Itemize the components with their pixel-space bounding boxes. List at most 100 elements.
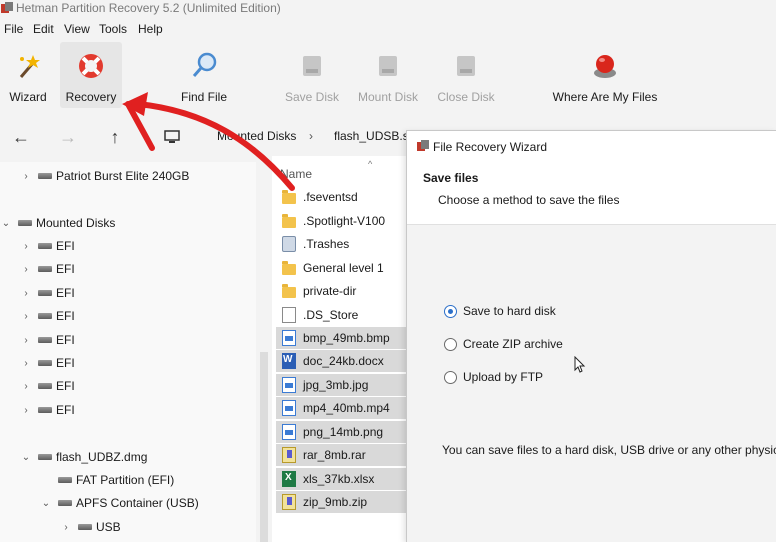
tree-item-fat-partition[interactable]: FAT Partition (EFI) [0, 469, 256, 491]
file-name: bmp_49mb.bmp [303, 331, 390, 345]
recovery-button[interactable]: Recovery [60, 42, 122, 108]
radio-checked-icon[interactable] [444, 304, 457, 318]
save-disk-button[interactable]: Save Disk [282, 42, 342, 108]
dialog-title-bar: File Recovery Wizard [407, 131, 776, 161]
scrollbar-thumb[interactable] [260, 352, 268, 542]
file-name: doc_24kb.docx [303, 354, 384, 368]
tree-item-efi[interactable]: › EFI [0, 305, 256, 327]
tree-item-efi[interactable]: › EFI [0, 352, 256, 374]
chevron-down-icon[interactable]: ⌄ [0, 218, 12, 229]
chevron-right-icon[interactable]: › [20, 381, 32, 392]
find-file-button[interactable]: Find File [176, 42, 232, 108]
chevron-down-icon[interactable]: ⌄ [40, 498, 52, 509]
chevron-right-icon[interactable]: › [20, 264, 32, 275]
create-zip-archive-radio[interactable]: Create ZIP archive [444, 335, 563, 353]
radio-unchecked-icon[interactable] [444, 337, 457, 351]
disk-save-icon [294, 48, 330, 84]
disk-mount-icon [370, 48, 406, 84]
trash-icon [282, 236, 296, 252]
forward-arrow-icon[interactable]: → [58, 127, 78, 147]
file-row[interactable]: General level 1 [276, 257, 406, 279]
menu-help[interactable]: Help [138, 22, 163, 36]
chevron-right-icon[interactable]: › [20, 288, 32, 299]
chevron-right-icon[interactable]: › [20, 405, 32, 416]
red-alarm-button-icon [587, 48, 623, 84]
drive-icon [58, 500, 72, 506]
where-are-my-files-button[interactable]: Where Are My Files [550, 42, 660, 108]
menu-view[interactable]: View [64, 22, 90, 36]
drive-icon [38, 454, 52, 460]
radio-unchecked-icon[interactable] [444, 370, 457, 384]
tree-item-efi[interactable]: › EFI [0, 258, 256, 280]
file-name: mp4_40mb.mp4 [303, 401, 390, 415]
file-row[interactable]: private-dir [276, 280, 406, 302]
tree-item-patriot[interactable]: › Patriot Burst Elite 240GB [0, 165, 256, 187]
file-name: xls_37kb.xlsx [303, 472, 375, 486]
back-arrow-icon[interactable]: ← [11, 127, 31, 147]
file-row[interactable]: png_14mb.png [276, 421, 406, 443]
tree-item-efi[interactable]: › EFI [0, 399, 256, 421]
file-name: .DS_Store [303, 308, 359, 322]
file-row[interactable]: rar_8mb.rar [276, 444, 406, 466]
tree-scrollbar[interactable] [256, 162, 272, 542]
file-row[interactable]: .Spotlight-V100 [276, 210, 406, 232]
up-arrow-icon[interactable]: ↑ [105, 127, 125, 147]
tree-item-efi[interactable]: › EFI [0, 329, 256, 351]
close-disk-button[interactable]: Close Disk [434, 42, 498, 108]
save-to-hard-disk-radio[interactable]: Save to hard disk [444, 302, 556, 320]
menu-file[interactable]: File [4, 22, 23, 36]
wizard-button[interactable]: Wizard [2, 42, 54, 108]
save-disk-label: Save Disk [284, 90, 340, 104]
sort-ascending-icon: ^ [368, 159, 373, 169]
file-name: private-dir [303, 284, 357, 298]
column-header-name[interactable]: Name ^ [272, 156, 406, 186]
file-row[interactable]: .DS_Store [276, 304, 406, 326]
breadcrumb-mounted-disks[interactable]: Mounted Disks [217, 129, 296, 143]
image-file-icon [282, 377, 296, 393]
mount-disk-label: Mount Disk [357, 90, 419, 104]
mount-disk-button[interactable]: Mount Disk [354, 42, 422, 108]
file-row[interactable]: doc_24kb.docx [276, 350, 406, 372]
file-row[interactable]: xls_37kb.xlsx [276, 468, 406, 490]
tree-item-efi[interactable]: › EFI [0, 282, 256, 304]
excel-file-icon [282, 471, 296, 487]
chevron-down-icon[interactable]: ⌄ [20, 452, 32, 463]
file-recovery-wizard-dialog: File Recovery Wizard Save files Choose a… [406, 130, 776, 542]
chevron-right-icon[interactable]: › [60, 522, 72, 533]
menu-tools[interactable]: Tools [99, 22, 127, 36]
file-icon [282, 307, 296, 323]
menu-edit[interactable]: Edit [33, 22, 54, 36]
chevron-right-icon[interactable]: › [20, 241, 32, 252]
drive-icon [18, 220, 32, 226]
app-logo-icon [417, 140, 429, 151]
tree-item-efi[interactable]: › EFI [0, 375, 256, 397]
chevron-right-icon[interactable]: › [20, 358, 32, 369]
upload-by-ftp-radio[interactable]: Upload by FTP [444, 368, 543, 386]
breadcrumb-flash-drive[interactable]: flash_UDSB.sp [334, 129, 415, 143]
tree-item-efi[interactable]: › EFI [0, 235, 256, 257]
file-name: General level 1 [303, 261, 384, 275]
chevron-right-icon[interactable]: › [20, 171, 32, 182]
computer-icon[interactable] [162, 127, 182, 147]
app-logo-icon [1, 2, 13, 13]
file-row[interactable]: .fseventsd [276, 186, 406, 208]
file-list: Name ^ .fseventsd .Spotlight-V100 .Trashes… [272, 156, 406, 542]
image-file-icon [282, 400, 296, 416]
tree-item-flash-dmg[interactable]: ⌄ flash_UDBZ.dmg [0, 446, 256, 468]
tree-item-usb[interactable]: › USB [0, 516, 256, 538]
chevron-right-icon[interactable]: › [20, 311, 32, 322]
file-row[interactable]: jpg_3mb.jpg [276, 374, 406, 396]
file-row[interactable]: .Trashes [276, 233, 406, 255]
file-row[interactable]: bmp_49mb.bmp [276, 327, 406, 349]
file-row[interactable]: zip_9mb.zip [276, 491, 406, 513]
chevron-right-icon[interactable]: › [20, 335, 32, 346]
dialog-header: Save files Choose a method to save the f… [407, 161, 776, 225]
dialog-subheading: Choose a method to save the files [438, 193, 620, 207]
file-name: jpg_3mb.jpg [303, 378, 369, 392]
tree-item-mounted-disks[interactable]: ⌄ Mounted Disks [0, 212, 256, 234]
folder-icon [282, 283, 296, 298]
tree-item-apfs-container[interactable]: ⌄ APFS Container (USB) [0, 492, 256, 514]
folder-icon [282, 189, 296, 204]
drive-icon [38, 243, 52, 249]
file-row[interactable]: mp4_40mb.mp4 [276, 397, 406, 419]
